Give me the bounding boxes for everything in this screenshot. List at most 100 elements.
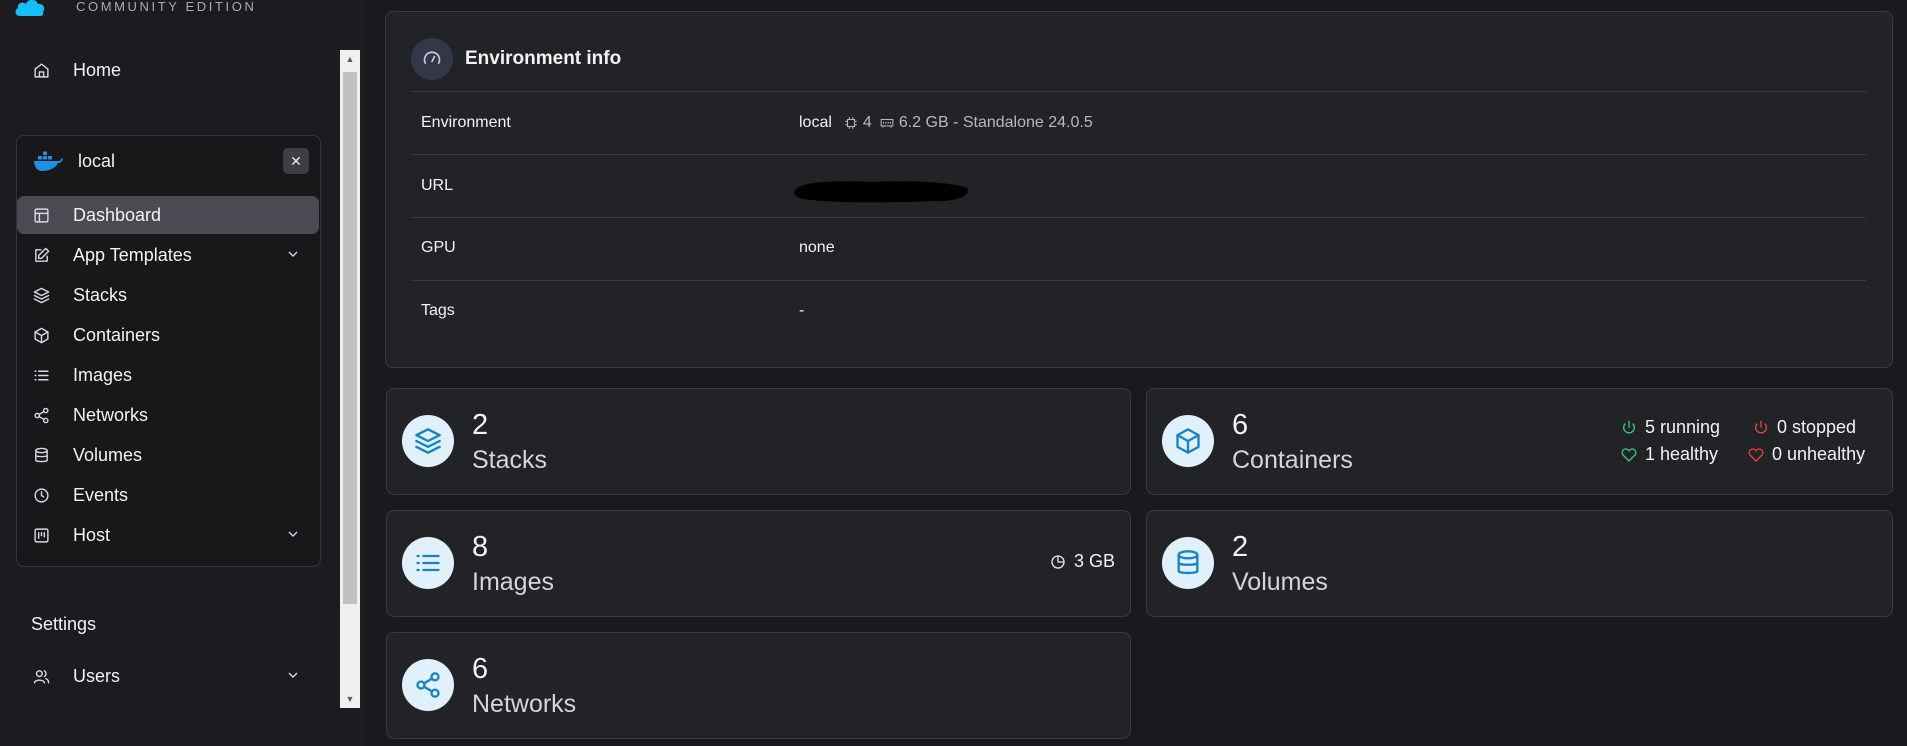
host-icon	[31, 525, 51, 545]
sidebar-item-label: Volumes	[73, 444, 143, 465]
sidebar: COMMUNITY EDITION Home local ✕ Dashboard…	[0, 0, 365, 746]
tags-label: Tags	[421, 302, 455, 319]
sidebar-item-host[interactable]: Host	[17, 516, 319, 554]
power-icon	[1623, 420, 1635, 433]
sidebar-item-label: Dashboard	[73, 204, 162, 225]
gpu-label: GPU	[421, 239, 456, 256]
images-size-badge: 3 GB	[1050, 551, 1115, 572]
edit-icon	[31, 245, 51, 265]
sidebar-item-label: Host	[73, 524, 111, 545]
close-environment-button[interactable]: ✕	[283, 148, 309, 174]
healthy-badge: 1 healthy	[1621, 444, 1718, 465]
stacks-card[interactable]: 2 Stacks	[386, 388, 1131, 495]
database-icon	[1162, 537, 1214, 589]
home-icon	[31, 60, 51, 80]
environment-info-header: Environment info	[411, 38, 621, 80]
chevron-down-icon[interactable]	[285, 667, 301, 683]
sidebar-item-label: Home	[73, 59, 122, 80]
running-badge: 5 running	[1621, 417, 1720, 438]
share-icon	[31, 405, 51, 425]
edition-label: COMMUNITY EDITION	[76, 0, 257, 14]
share-icon	[402, 659, 454, 711]
divider	[411, 91, 1866, 92]
settings-heading: Settings	[31, 614, 97, 634]
sidebar-item-dashboard[interactable]: Dashboard	[17, 196, 319, 234]
list-icon	[31, 365, 51, 385]
users-icon	[31, 666, 51, 686]
sidebar-item-networks[interactable]: Networks	[17, 396, 319, 434]
stacks-label: Stacks	[472, 446, 548, 474]
docker-icon	[34, 151, 63, 171]
healthy-count: 1 healthy	[1645, 444, 1719, 464]
unhealthy-badge: 0 unhealthy	[1748, 444, 1865, 465]
scroll-up-arrow-icon[interactable]: ▲	[340, 50, 360, 68]
networks-card[interactable]: 6 Networks	[386, 632, 1131, 739]
box-icon	[31, 325, 51, 345]
chevron-down-icon[interactable]	[285, 526, 301, 542]
environment-value-name: local	[799, 114, 832, 131]
images-size: 3 GB	[1074, 551, 1116, 571]
tags-value: -	[799, 302, 805, 319]
divider	[411, 217, 1866, 218]
sidebar-item-label: Events	[73, 484, 129, 505]
sidebar-item-stacks[interactable]: Stacks	[17, 276, 319, 314]
portainer-logo[interactable]	[14, 0, 46, 20]
sidebar-item-label: Images	[73, 364, 133, 385]
sidebar-item-label: Users	[73, 665, 121, 686]
scrollbar-thumb[interactable]	[343, 72, 357, 604]
stacks-count: 2	[472, 409, 489, 441]
memory-icon	[880, 116, 894, 130]
layers-icon	[402, 415, 454, 467]
running-count: 5 running	[1645, 417, 1721, 437]
environment-info-title: Environment info	[465, 48, 622, 69]
clock-icon	[31, 485, 51, 505]
sidebar-item-label: App Templates	[73, 244, 192, 265]
volumes-count: 2	[1232, 531, 1249, 563]
volumes-card[interactable]: 2 Volumes	[1146, 510, 1893, 617]
sidebar-item-events[interactable]: Events	[17, 476, 319, 514]
sidebar-item-volumes[interactable]: Volumes	[17, 436, 319, 474]
sidebar-scrollbar[interactable]: ▲ ▼	[340, 50, 360, 708]
database-icon	[31, 445, 51, 465]
scroll-down-arrow-icon[interactable]: ▼	[340, 690, 360, 708]
sidebar-item-label: Networks	[73, 404, 149, 425]
environment-label: Environment	[421, 114, 511, 131]
sidebar-item-images[interactable]: Images	[17, 356, 319, 394]
gauge-icon	[411, 38, 453, 80]
logo-icon	[15, 0, 45, 16]
chevron-down-icon[interactable]	[285, 246, 301, 262]
heart-icon	[1621, 447, 1637, 462]
sidebar-item-label: Containers	[73, 324, 161, 345]
unhealthy-count: 0 unhealthy	[1772, 444, 1866, 464]
images-count: 8	[472, 531, 489, 563]
sidebar-item-containers[interactable]: Containers	[17, 316, 319, 354]
stopped-badge: 0 stopped	[1753, 417, 1856, 438]
sidebar-item-app-templates[interactable]: App Templates	[17, 236, 319, 274]
box-icon	[1162, 415, 1214, 467]
close-icon: ✕	[290, 152, 302, 169]
volumes-label: Volumes	[1232, 568, 1328, 596]
list-icon	[402, 537, 454, 589]
containers-label: Containers	[1232, 446, 1353, 474]
containers-card[interactable]: 6 Containers 5 running 0 stopped 1 healt…	[1146, 388, 1893, 495]
images-card[interactable]: 8 Images 3 GB	[386, 510, 1131, 617]
environment-value: local 4 6.2 GB - Standalone 24.0.5	[799, 113, 1093, 133]
sidebar-item-label: Stacks	[73, 284, 128, 305]
memory-version: 6.2 GB - Standalone 24.0.5	[898, 114, 1093, 131]
cpu-icon	[844, 116, 858, 130]
gpu-value: none	[799, 239, 835, 256]
sidebar-item-home[interactable]: Home	[17, 51, 319, 89]
redacted-url	[794, 181, 968, 203]
environment-header: local	[17, 135, 321, 187]
heart-icon	[1748, 447, 1764, 462]
images-label: Images	[472, 568, 554, 596]
containers-count: 6	[1232, 409, 1249, 441]
stopped-count: 0 stopped	[1777, 417, 1857, 437]
divider	[411, 154, 1866, 155]
layers-icon	[31, 285, 51, 305]
power-icon	[1755, 420, 1767, 433]
networks-label: Networks	[472, 690, 577, 718]
sidebar-item-users[interactable]: Users	[17, 657, 319, 695]
cpu-count: 4	[862, 114, 872, 131]
networks-count: 6	[472, 653, 489, 685]
